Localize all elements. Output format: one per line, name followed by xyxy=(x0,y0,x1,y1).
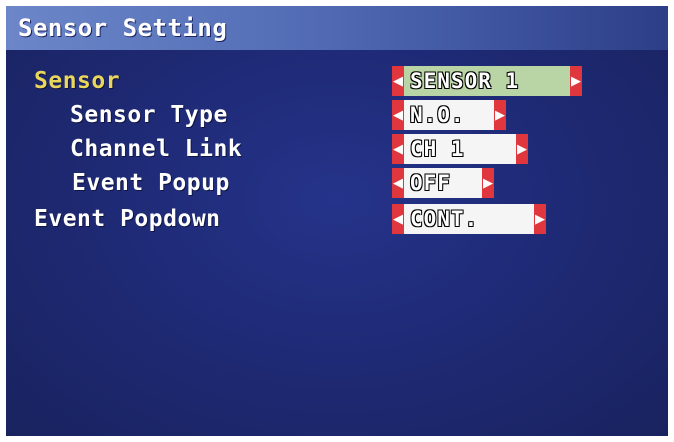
left-arrow-icon[interactable]: ◀ xyxy=(392,66,404,96)
left-arrow-icon[interactable]: ◀ xyxy=(392,134,404,164)
channel-link-label: Channel Link xyxy=(70,136,243,162)
right-arrow-icon[interactable]: ▶ xyxy=(494,100,506,130)
sensor-type-selector[interactable]: ◀ N.O. ▶ xyxy=(392,100,506,130)
sensor-label: Sensor xyxy=(34,68,121,94)
event-popdown-value: CONT. xyxy=(404,204,534,234)
osd-screen: Sensor Setting Sensor ◀ SENSOR 1 ▶ Senso… xyxy=(6,6,668,436)
channel-link-selector[interactable]: ◀ CH 1 ▶ xyxy=(392,134,528,164)
right-arrow-icon[interactable]: ▶ xyxy=(534,204,546,234)
event-popup-value: OFF xyxy=(404,168,482,198)
left-arrow-icon[interactable]: ◀ xyxy=(392,168,404,198)
right-arrow-icon[interactable]: ▶ xyxy=(516,134,528,164)
page-title: Sensor Setting xyxy=(18,14,228,42)
event-popup-label: Event Popup xyxy=(72,170,230,196)
left-arrow-icon[interactable]: ◀ xyxy=(392,100,404,130)
event-popdown-label: Event Popdown xyxy=(34,206,221,232)
sensor-selector[interactable]: ◀ SENSOR 1 ▶ xyxy=(392,66,582,96)
right-arrow-icon[interactable]: ▶ xyxy=(482,168,494,198)
sensor-type-label: Sensor Type xyxy=(70,102,228,128)
right-arrow-icon[interactable]: ▶ xyxy=(570,66,582,96)
sensor-value: SENSOR 1 xyxy=(404,66,570,96)
title-bar: Sensor Setting xyxy=(6,6,668,50)
event-popdown-selector[interactable]: ◀ CONT. ▶ xyxy=(392,204,546,234)
channel-link-value: CH 1 xyxy=(404,134,516,164)
event-popup-selector[interactable]: ◀ OFF ▶ xyxy=(392,168,494,198)
left-arrow-icon[interactable]: ◀ xyxy=(392,204,404,234)
sensor-type-value: N.O. xyxy=(404,100,494,130)
